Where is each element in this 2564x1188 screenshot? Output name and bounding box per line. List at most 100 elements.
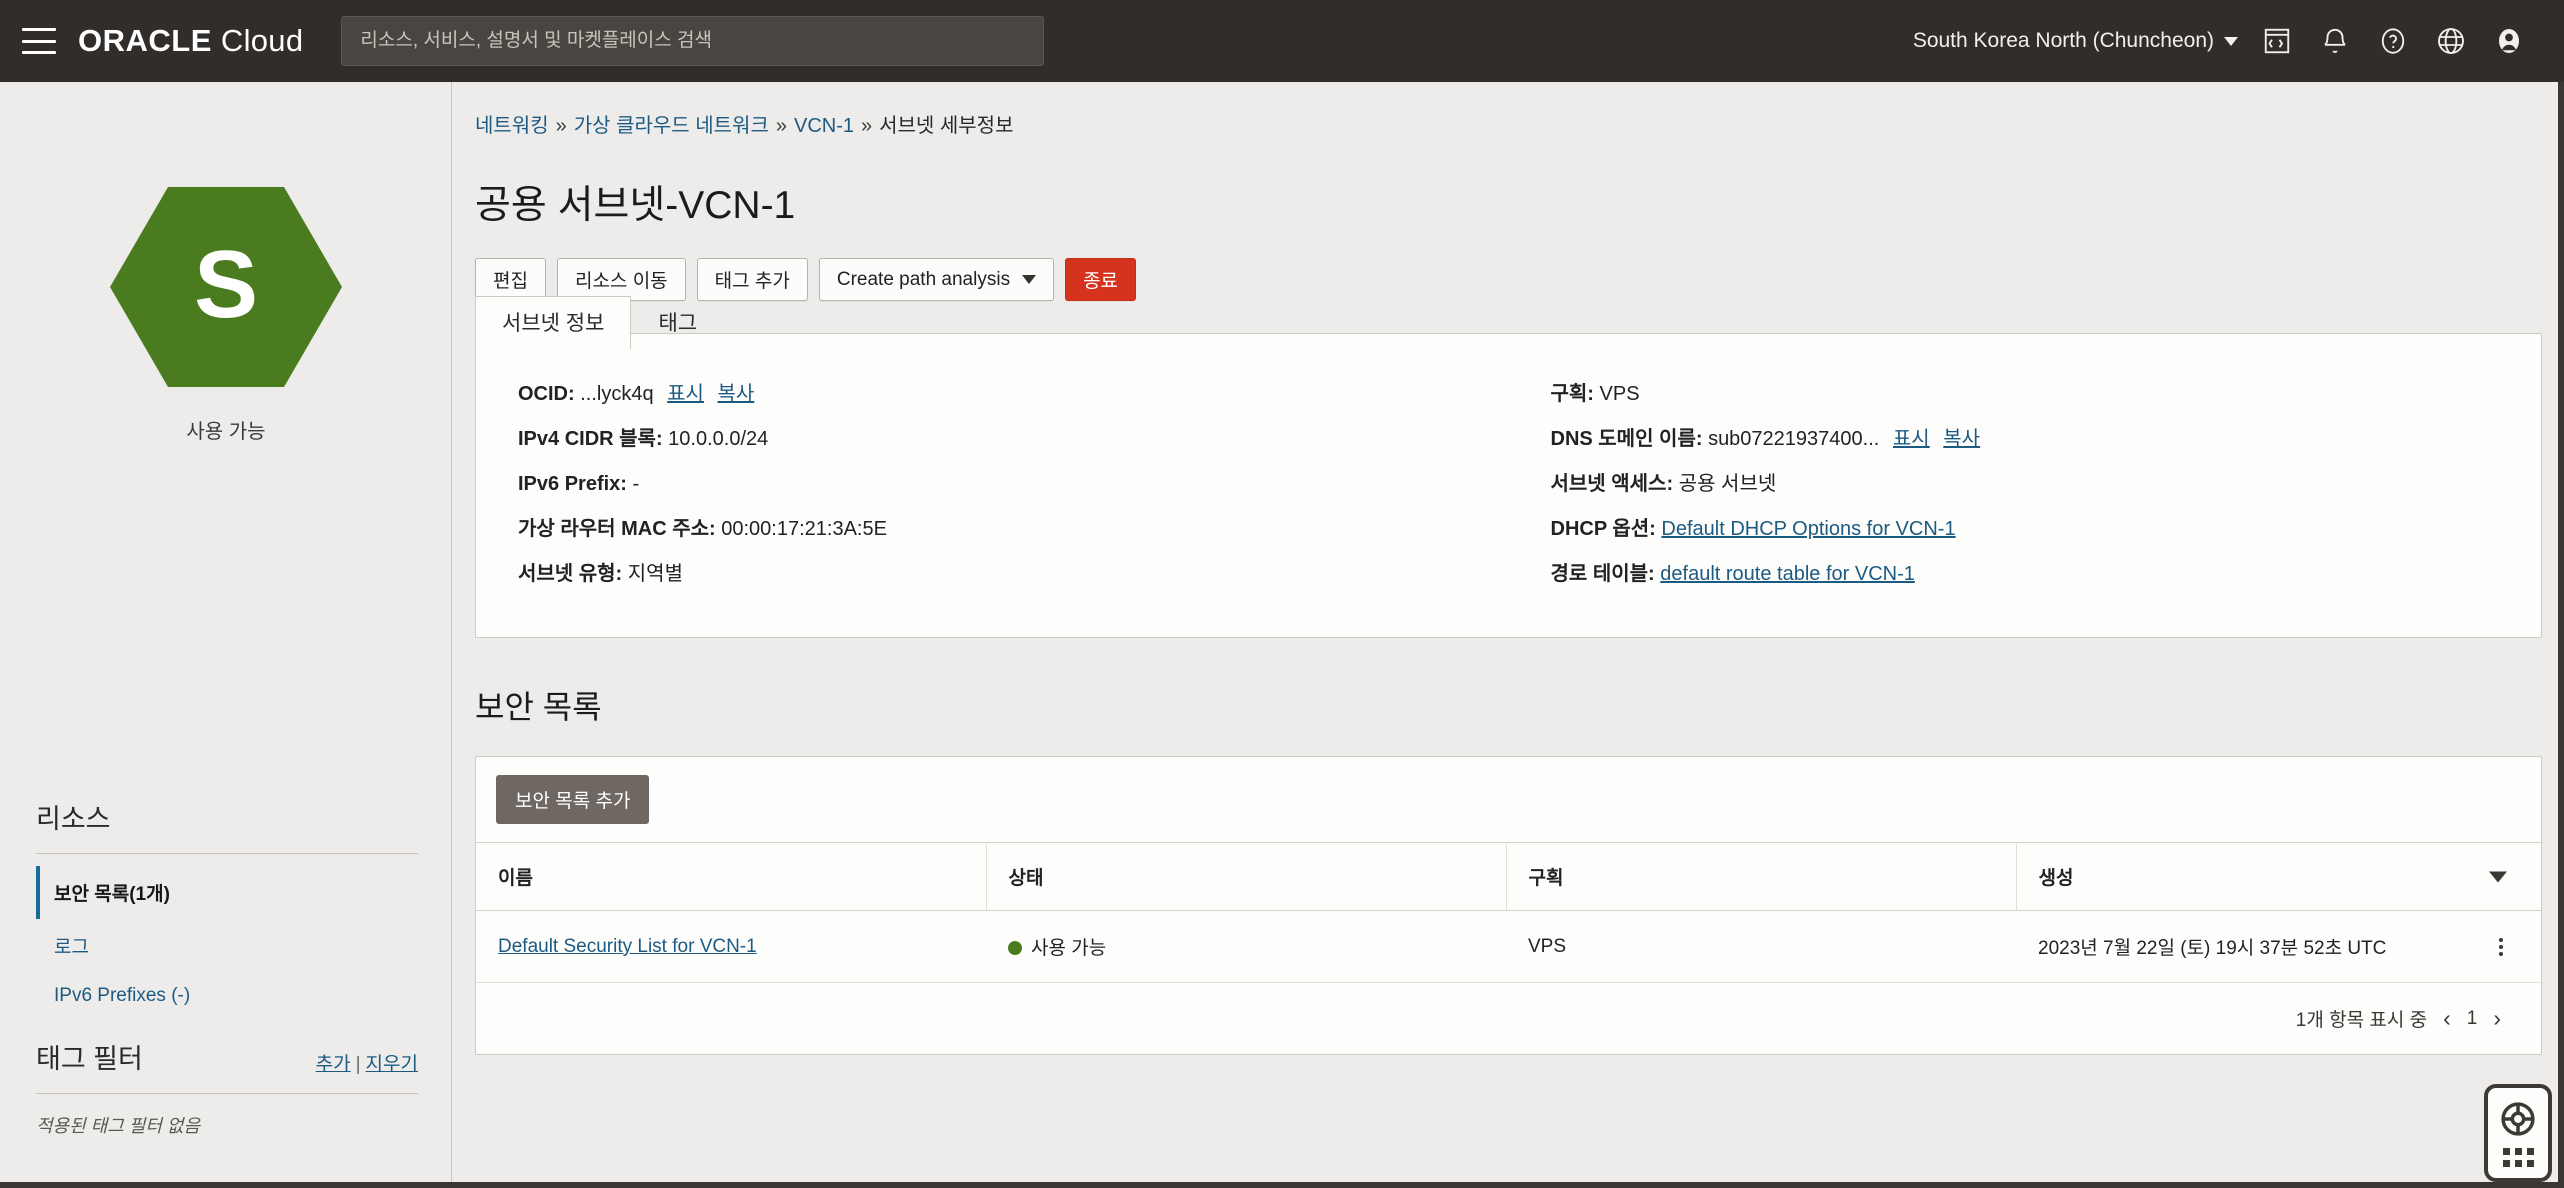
table-row[interactable]: Default Security List for VCN-1 사용 가능 VP… [476, 910, 2541, 983]
table-pagination: 1개 항목 표시 중 ‹ 1 › [476, 983, 2541, 1054]
sidebar-item-label: IPv6 Prefixes (-) [54, 985, 191, 1006]
breadcrumb-separator: » [861, 115, 873, 137]
sidebar-item-logs[interactable]: 로그 [36, 919, 418, 972]
subnet-info-right-column: 구획: VPS DNS 도메인 이름: sub07221937400... 표시… [1509, 372, 2542, 597]
resources-section: 리소스 보안 목록(1개) 로그 IPv6 Prefixes (-) [36, 797, 418, 1020]
pagination-next-button[interactable]: › [2493, 1005, 2501, 1032]
column-header-name[interactable]: 이름 [476, 842, 987, 911]
terminate-button[interactable]: 종료 [1065, 258, 1137, 301]
ocid-show-link[interactable]: 표시 [667, 383, 704, 405]
info-label: IPv4 CIDR 블록: [518, 428, 663, 450]
info-value: 지역별 [627, 563, 683, 585]
move-resource-button-label: 리소스 이동 [574, 271, 668, 292]
sidebar-item-label: 보안 목록(1개) [54, 884, 170, 905]
dhcp-options-link[interactable]: Default DHCP Options for VCN-1 [1661, 518, 1955, 540]
info-row-ipv6-prefix: IPv6 Prefix: - [518, 462, 1509, 507]
move-resource-button[interactable]: 리소스 이동 [556, 258, 686, 301]
tag-filter-heading: 태그 필터 [36, 1044, 143, 1074]
edit-button-label: 편집 [493, 271, 528, 292]
info-value: ...lyck4q [580, 383, 654, 405]
oracle-cloud-logo[interactable]: ORACLE Cloud [78, 23, 303, 59]
sidebar-item-security-lists[interactable]: 보안 목록(1개) [36, 866, 418, 919]
info-value: 공용 서브넷 [1678, 473, 1777, 495]
resource-status-badge: S 사용 가능 [0, 187, 452, 444]
search-input[interactable] [358, 29, 1028, 53]
language-globe-icon[interactable] [2422, 12, 2480, 70]
tag-filter-add-link[interactable]: 추가 [316, 1054, 351, 1075]
hamburger-menu-icon[interactable] [22, 28, 56, 54]
info-row-subnet-access: 서브넷 액세스: 공용 서브넷 [1551, 462, 2542, 507]
chevron-down-icon [2224, 36, 2238, 46]
route-table-link[interactable]: default route table for VCN-1 [1660, 563, 1915, 585]
info-label: DHCP 옵션: [1550, 518, 1656, 540]
top-navigation-bar: ORACLE Cloud South Korea North (Chuncheo… [0, 0, 2564, 82]
info-label: 구획: [1550, 383, 1594, 405]
add-tags-button-label: 태그 추가 [714, 271, 790, 292]
cloud-shell-icon[interactable] [2248, 12, 2306, 70]
security-lists-toolbar: 보안 목록 추가 [476, 757, 2541, 842]
info-label: 경로 테이블: [1550, 563, 1655, 585]
info-row-virtual-router-mac: 가상 라우터 MAC 주소: 00:00:17:21:3A:5E [518, 507, 1509, 552]
column-header-created-label: 생성 [2038, 868, 2074, 889]
security-lists-heading: 보안 목록 [475, 689, 602, 725]
subnet-info-card: 서브넷 정보 태그 OCID: ...lyck4q 표시 복사 IPv4 CID… [475, 296, 2542, 638]
tag-filter-clear-link[interactable]: 지우기 [366, 1054, 418, 1075]
breadcrumb-separator: » [555, 115, 567, 137]
create-path-analysis-dropdown[interactable]: Create path analysis [818, 258, 1055, 301]
region-selector[interactable]: South Korea North (Chuncheon) [1903, 23, 2248, 59]
ocid-copy-link[interactable]: 복사 [718, 383, 755, 405]
add-tags-button[interactable]: 태그 추가 [696, 258, 808, 301]
breadcrumb-item-networking[interactable]: 네트워킹 [475, 115, 549, 137]
brand-cloud-text: Cloud [220, 23, 304, 58]
hexagon-status-label: 사용 가능 [186, 421, 266, 443]
column-header-compartment[interactable]: 구획 [1506, 842, 2017, 911]
dns-show-link[interactable]: 표시 [1893, 428, 1930, 450]
cell-compartment: VPS [1506, 910, 2016, 983]
breadcrumb: 네트워킹 » 가상 클라우드 네트워크 » VCN-1 » 서브넷 세부정보 [453, 82, 2564, 138]
info-row-ocid: OCID: ...lyck4q 표시 복사 [518, 372, 1509, 417]
global-search-box[interactable] [341, 16, 1045, 66]
status-dot-icon [1008, 941, 1022, 955]
dns-copy-link[interactable]: 복사 [1943, 428, 1980, 450]
breadcrumb-item-vcn-1[interactable]: VCN-1 [794, 115, 854, 137]
row-actions-kebab-icon[interactable] [2495, 934, 2507, 960]
info-label: IPv6 Prefix: [518, 473, 627, 495]
info-row-dhcp-options: DHCP 옵션: Default DHCP Options for VCN-1 [1551, 507, 2542, 552]
tab-subnet-info[interactable]: 서브넷 정보 [475, 296, 632, 350]
info-label: 서브넷 액세스: [1550, 473, 1674, 495]
column-header-state[interactable]: 상태 [986, 842, 1507, 911]
breadcrumb-current: 서브넷 세부정보 [879, 115, 1014, 137]
tag-filter-section: 태그 필터 추가 | 지우기 적용된 태그 필터 없음 [36, 1037, 418, 1138]
user-profile-icon[interactable] [2480, 12, 2538, 70]
help-widget[interactable] [2484, 1084, 2552, 1182]
pagination-page-number[interactable]: 1 [2467, 1008, 2478, 1030]
action-button-bar: 편집 리소스 이동 태그 추가 Create path analysis 종료 [475, 258, 2564, 301]
breadcrumb-separator: » [775, 115, 787, 137]
cell-state: 사용 가능 [986, 910, 1506, 983]
info-value: 10.0.0.0/24 [668, 428, 769, 450]
help-question-icon[interactable] [2364, 12, 2422, 70]
sidebar-item-ipv6-prefixes[interactable]: IPv6 Prefixes (-) [36, 972, 418, 1020]
info-label: OCID: [518, 383, 575, 405]
resources-heading: 리소스 [36, 804, 111, 834]
cell-created: 2023년 7월 22일 (토) 19시 37분 52초 UTC [2016, 910, 2541, 983]
security-lists-card: 보안 목록 추가 이름 상태 구획 생성 Default Security Li… [475, 756, 2542, 1055]
column-header-created[interactable]: 생성 [2016, 842, 2541, 911]
notifications-bell-icon[interactable] [2306, 12, 2364, 70]
created-timestamp: 2023년 7월 22일 (토) 19시 37분 52초 UTC [2038, 938, 2387, 959]
hexagon-letter: S [193, 231, 259, 338]
pagination-prev-button[interactable]: ‹ [2443, 1005, 2451, 1032]
tag-filter-divider [36, 1093, 418, 1094]
breadcrumb-item-vcn-list[interactable]: 가상 클라우드 네트워크 [574, 115, 769, 137]
top-bar-right-group: South Korea North (Chuncheon) [1903, 12, 2564, 70]
tab-label: 태그 [658, 312, 698, 335]
info-label: DNS 도메인 이름: [1550, 428, 1703, 450]
add-security-list-button[interactable]: 보안 목록 추가 [496, 775, 650, 824]
tab-tags[interactable]: 태그 [631, 296, 724, 349]
subnet-info-left-column: OCID: ...lyck4q 표시 복사 IPv4 CIDR 블록: 10.0… [476, 372, 1509, 597]
security-list-link[interactable]: Default Security List for VCN-1 [498, 936, 757, 957]
edit-button[interactable]: 편집 [475, 258, 546, 301]
app-grid-icon [2502, 1147, 2534, 1167]
sort-descending-icon[interactable] [2489, 871, 2507, 882]
main-content: 네트워킹» 가상 클라우드 네트워크» VCN-1» 서브넷 세부정보 공용 서브넷-… [453, 82, 2564, 1188]
